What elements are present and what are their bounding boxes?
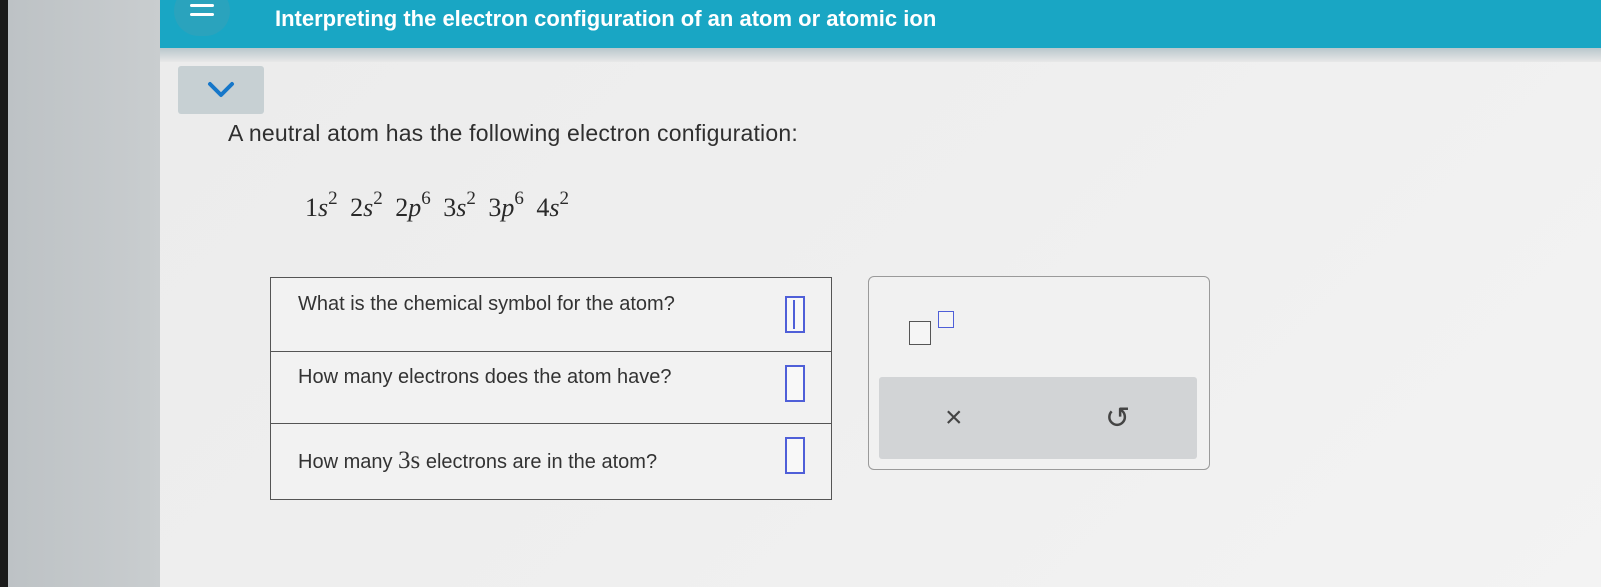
electron-configuration: 1s2 2s2 2p6 3s2 3p6 4s2 xyxy=(305,188,575,223)
question-row: How many 3s electrons are in the atom? xyxy=(271,423,831,497)
math-tools-panel: × ↺ xyxy=(868,276,1210,470)
menu-line xyxy=(190,13,214,16)
question-row: How many electrons does the atom have? xyxy=(271,351,831,424)
config-term: 2s2 xyxy=(350,188,383,222)
clear-button[interactable]: × xyxy=(945,401,963,435)
collapse-button[interactable] xyxy=(178,66,264,114)
config-term: 2p6 xyxy=(395,188,431,222)
question-text: How many 3s electrons are in the atom? xyxy=(298,447,658,474)
undo-button[interactable]: ↺ xyxy=(1105,401,1130,436)
config-term: 3s2 xyxy=(443,188,476,222)
superscript-button[interactable] xyxy=(909,309,959,349)
chevron-down-icon xyxy=(208,82,234,97)
config-term: 1s2 xyxy=(305,188,338,222)
page-title: Interpreting the electron configuration … xyxy=(275,6,937,31)
question-text: What is the chemical symbol for the atom… xyxy=(298,293,675,315)
question-row: What is the chemical symbol for the atom… xyxy=(271,278,831,352)
header-shadow xyxy=(160,48,1601,62)
chemical-symbol-input[interactable] xyxy=(785,296,805,333)
question-text: How many electrons does the atom have? xyxy=(298,366,672,388)
config-term: 4s2 xyxy=(536,188,569,222)
menu-line xyxy=(190,4,214,7)
config-term: 3p6 xyxy=(488,188,524,222)
exponent-box-icon xyxy=(938,311,954,328)
electron-count-input[interactable] xyxy=(785,365,805,402)
3s-electrons-input[interactable] xyxy=(785,437,805,474)
action-toolbar: × ↺ xyxy=(879,377,1197,459)
base-box-icon xyxy=(909,321,931,345)
questions-table: What is the chemical symbol for the atom… xyxy=(270,277,832,500)
problem-prompt: A neutral atom has the following electro… xyxy=(228,120,798,146)
left-rail xyxy=(8,0,160,587)
